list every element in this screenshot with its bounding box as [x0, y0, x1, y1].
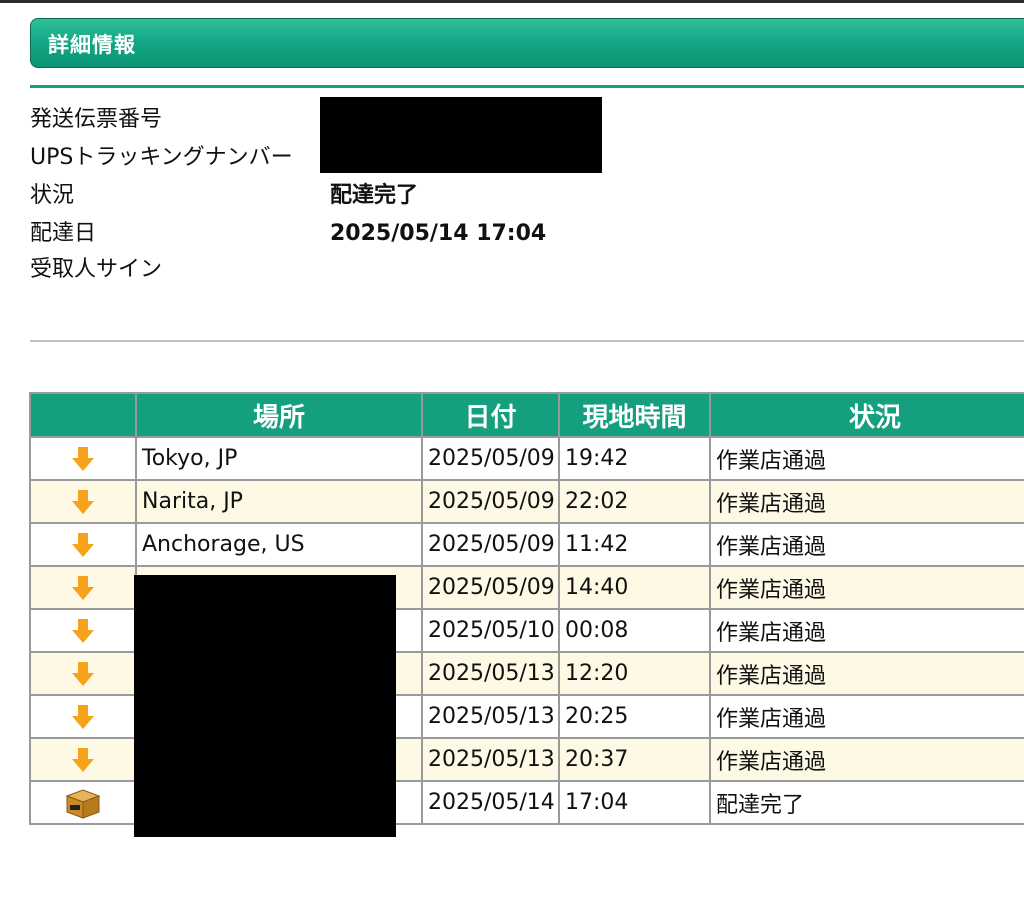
- row-icon-cell: [29, 522, 137, 567]
- row-local-time: 20:37: [558, 737, 711, 782]
- signature-label: 受取人サイン: [30, 257, 163, 282]
- table-row: Narita, JP 2025/05/09 22:02 作業店通過: [29, 479, 1024, 524]
- down-arrow-icon: [71, 704, 95, 729]
- table-header-row: 場所 日付 現地時間 状況: [29, 392, 1024, 438]
- delivery-date-label: 配達日: [30, 221, 97, 246]
- row-status: 作業店通過: [709, 565, 1024, 610]
- down-arrow-icon: [71, 618, 95, 643]
- row-status: 作業店通過: [709, 608, 1024, 653]
- row-local-time: 22:02: [558, 479, 711, 524]
- row-icon-cell: [29, 694, 137, 739]
- down-arrow-icon: [71, 446, 95, 471]
- down-arrow-icon: [71, 575, 95, 600]
- row-local-time: 12:20: [558, 651, 711, 696]
- table-row: Tokyo, JP 2025/05/09 19:42 作業店通過: [29, 436, 1024, 481]
- header-location: 場所: [135, 392, 423, 438]
- row-local-time: 00:08: [558, 608, 711, 653]
- row-status: 作業店通過: [709, 694, 1024, 739]
- down-arrow-icon: [71, 532, 95, 557]
- top-border: [0, 0, 1024, 3]
- header-icon-column: [29, 392, 137, 438]
- section-divider: [30, 340, 1024, 342]
- row-icon-cell: [29, 565, 137, 610]
- row-status: 作業店通過: [709, 479, 1024, 524]
- row-local-time: 17:04: [558, 780, 711, 825]
- tracking-number-label: 発送伝票番号: [30, 107, 163, 132]
- redacted-tracking-numbers: [320, 97, 602, 173]
- row-date: 2025/05/09: [421, 479, 560, 524]
- row-location: Tokyo, JP: [135, 436, 423, 481]
- row-icon-cell: [29, 651, 137, 696]
- row-date: 2025/05/10: [421, 608, 560, 653]
- status-value: 配達完了: [330, 183, 419, 208]
- row-status: 配達完了: [709, 780, 1024, 825]
- down-arrow-icon: [71, 747, 95, 772]
- row-icon-cell: [29, 436, 137, 481]
- section-underline: [30, 85, 1024, 88]
- row-date: 2025/05/13: [421, 651, 560, 696]
- table-row: Anchorage, US 2025/05/09 11:42 作業店通過: [29, 522, 1024, 567]
- row-local-time: 19:42: [558, 436, 711, 481]
- row-icon-cell: [29, 737, 137, 782]
- header-local-time: 現地時間: [558, 392, 711, 438]
- package-box-icon: [63, 788, 103, 819]
- row-date: 2025/05/13: [421, 694, 560, 739]
- ups-tracking-label: UPSトラッキングナンバー: [30, 145, 293, 170]
- row-location: Anchorage, US: [135, 522, 423, 567]
- row-status: 作業店通過: [709, 651, 1024, 696]
- row-date: 2025/05/13: [421, 737, 560, 782]
- row-date: 2025/05/09: [421, 522, 560, 567]
- row-status: 作業店通過: [709, 522, 1024, 567]
- header-status: 状況: [709, 392, 1024, 438]
- down-arrow-icon: [71, 489, 95, 514]
- row-date: 2025/05/09: [421, 565, 560, 610]
- row-icon-cell: [29, 479, 137, 524]
- row-local-time: 14:40: [558, 565, 711, 610]
- row-status: 作業店通過: [709, 436, 1024, 481]
- row-icon-cell: [29, 608, 137, 653]
- row-date: 2025/05/09: [421, 436, 560, 481]
- row-location: Narita, JP: [135, 479, 423, 524]
- status-label: 状況: [30, 183, 75, 208]
- row-date: 2025/05/14: [421, 780, 560, 825]
- row-icon-cell: [29, 780, 137, 825]
- row-status: 作業店通過: [709, 737, 1024, 782]
- section-title: 詳細情報: [48, 33, 136, 57]
- section-header-bar: 詳細情報: [30, 18, 1024, 68]
- header-date: 日付: [421, 392, 560, 438]
- redacted-locations: [134, 575, 396, 837]
- delivery-date-value: 2025/05/14 17:04: [330, 221, 547, 246]
- down-arrow-icon: [71, 661, 95, 686]
- row-local-time: 11:42: [558, 522, 711, 567]
- row-local-time: 20:25: [558, 694, 711, 739]
